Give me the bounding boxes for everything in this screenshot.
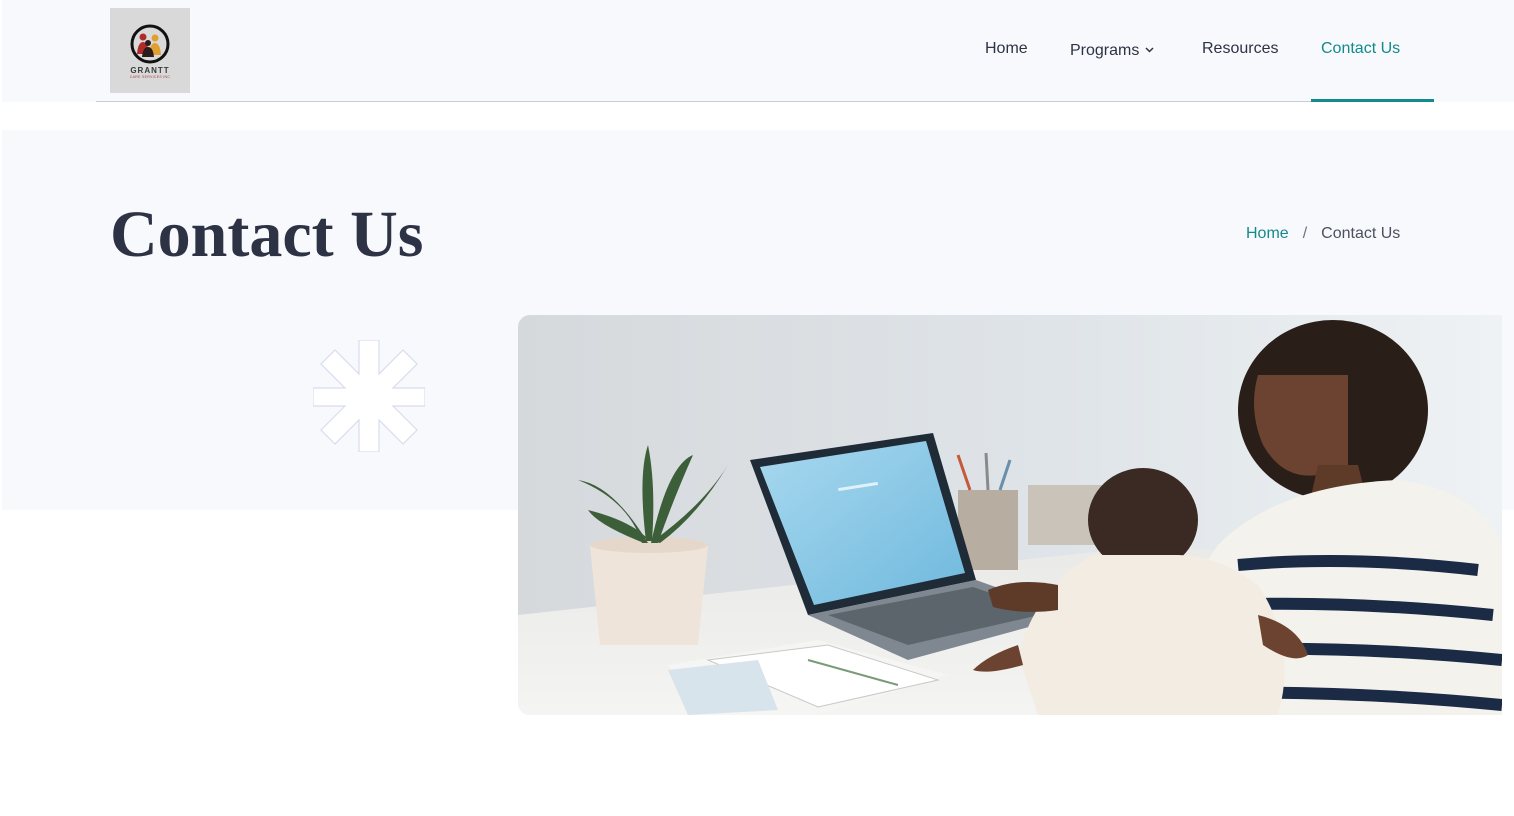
nav-active-indicator <box>1311 99 1434 102</box>
chevron-down-icon <box>1145 40 1154 58</box>
nav-contact-us[interactable]: Contact Us <box>1321 40 1400 58</box>
breadcrumb-current: Contact Us <box>1321 225 1401 242</box>
logo-text: GRANTT <box>130 66 170 75</box>
breadcrumb-separator: / <box>1302 225 1308 242</box>
page-title: Contact Us <box>110 198 424 271</box>
header-divider <box>96 101 1434 102</box>
asterisk-icon <box>312 339 426 457</box>
breadcrumb: Home / Contact Us <box>1246 225 1400 243</box>
nav-programs-label: Programs <box>1070 42 1140 59</box>
nav-home[interactable]: Home <box>985 40 1028 58</box>
logo-subtext: CARE SERVICES INC <box>129 75 171 79</box>
site-header <box>2 0 1514 102</box>
site-logo[interactable]: GRANTT CARE SERVICES INC <box>110 8 190 93</box>
nav-programs[interactable]: Programs <box>1070 40 1154 60</box>
logo-emblem-icon <box>130 24 170 64</box>
breadcrumb-home-link[interactable]: Home <box>1246 225 1289 243</box>
nav-resources[interactable]: Resources <box>1202 40 1278 58</box>
hero-image <box>518 315 1502 715</box>
